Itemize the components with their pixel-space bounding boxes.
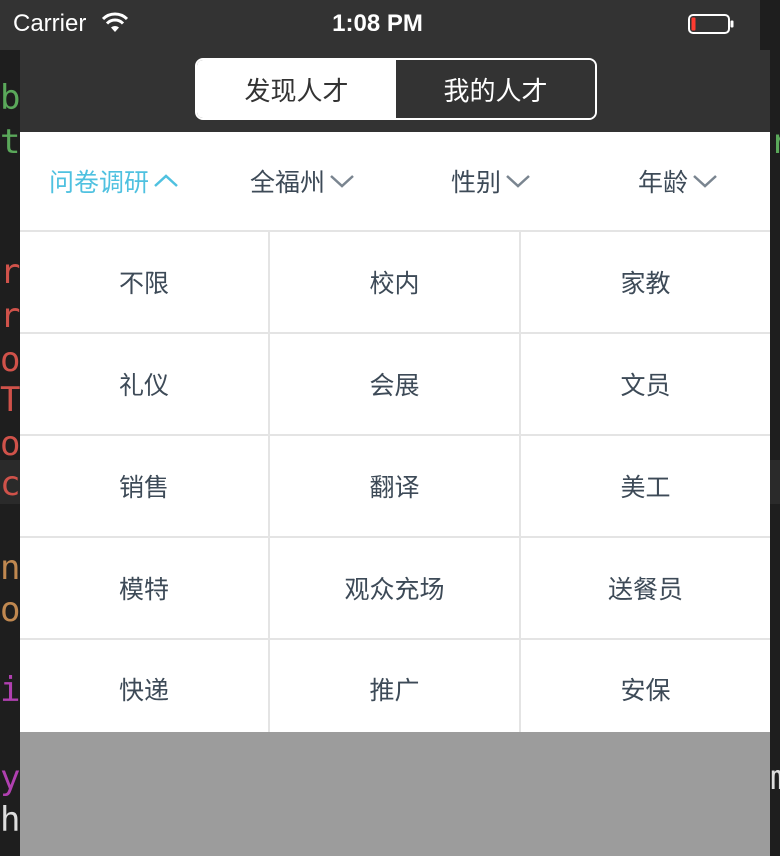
code-char: r (0, 252, 20, 292)
code-char: r (0, 296, 20, 336)
filter-city[interactable]: 全福州 (250, 132, 355, 230)
category-option[interactable]: 快递 (20, 640, 268, 738)
filter-bar: 问卷调研 全福州 性别 年龄 (20, 132, 770, 232)
category-option[interactable]: 校内 (270, 232, 519, 332)
category-option[interactable]: 家教 (521, 232, 770, 332)
chevron-up-icon (154, 174, 178, 187)
code-char: o (0, 424, 20, 464)
filter-label: 全福州 (250, 168, 326, 197)
chevron-down-icon (330, 175, 354, 188)
chevron-down-icon (693, 175, 717, 188)
chevron-down-icon (506, 175, 530, 188)
code-char: T (0, 380, 20, 420)
code-char: o (0, 590, 20, 630)
filter-label: 年龄 (638, 168, 689, 197)
category-option[interactable]: 美工 (521, 436, 770, 536)
filter-age[interactable]: 年龄 (638, 132, 718, 230)
dropdown-backdrop[interactable] (20, 732, 770, 856)
code-char: b (0, 78, 20, 118)
category-option[interactable]: 安保 (521, 640, 770, 738)
code-char: r (770, 122, 780, 162)
category-option[interactable]: 推广 (270, 640, 519, 738)
filter-survey-research[interactable]: 问卷调研 (49, 132, 179, 230)
category-option[interactable]: 翻译 (270, 436, 519, 536)
code-char: m (770, 758, 780, 798)
segment-my-talent[interactable]: 我的人才 (396, 60, 595, 118)
code-char: i (0, 670, 20, 710)
category-option[interactable]: 模特 (20, 538, 268, 638)
code-char: h (0, 800, 20, 840)
code-char: y (0, 758, 20, 798)
category-option[interactable]: 文员 (521, 334, 770, 434)
category-option[interactable]: 不限 (20, 232, 268, 332)
navigation-bar: 发现人才 我的人才 (20, 50, 770, 132)
filter-gender[interactable]: 性别 (451, 132, 531, 230)
code-char: o (0, 340, 20, 380)
category-option[interactable]: 送餐员 (521, 538, 770, 638)
category-option[interactable]: 礼仪 (20, 334, 268, 434)
category-option[interactable]: 会展 (270, 334, 519, 434)
code-char: n (0, 548, 20, 588)
category-option[interactable]: 观众充场 (270, 538, 519, 638)
category-option[interactable]: 销售 (20, 436, 268, 536)
category-options-grid: 不限 校内 家教 礼仪 会展 文员 销售 翻译 美工 模特 观众充场 送餐员 快… (20, 232, 770, 738)
app-screen: 发现人才 我的人才 问卷调研 全福州 性别 年龄 不限 校内 家教 礼仪 会展 … (20, 0, 770, 856)
segment-discover-talent[interactable]: 发现人才 (197, 60, 396, 118)
talent-segmented-control: 发现人才 我的人才 (195, 58, 597, 120)
filter-label: 性别 (451, 168, 502, 197)
code-char: c (0, 464, 20, 504)
code-char: t (0, 122, 20, 162)
filter-label: 问卷调研 (49, 168, 150, 197)
